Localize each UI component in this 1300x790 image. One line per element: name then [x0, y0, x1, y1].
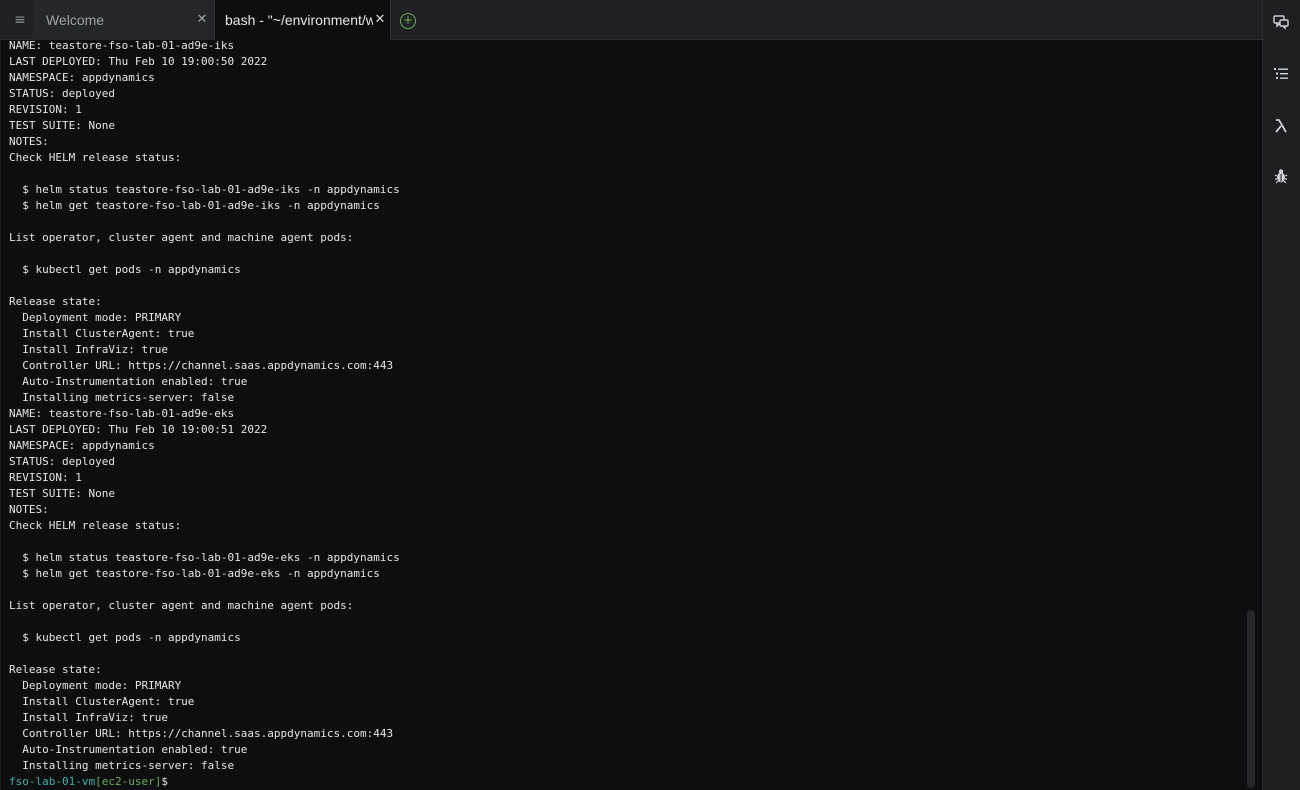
- terminal-line: Deployment mode: PRIMARY: [9, 311, 182, 324]
- terminal-panel[interactable]: NAME: teastore-fso-lab-01-ad9e-iks LAST D…: [1, 40, 1262, 790]
- tab-bash-terminal[interactable]: bash - "~/environment/wo ✕: [214, 0, 391, 40]
- terminal-line: Controller URL: https://channel.saas.app…: [9, 359, 394, 372]
- terminal-line: Controller URL: https://channel.saas.app…: [9, 727, 394, 740]
- bug-icon[interactable]: [1272, 167, 1290, 185]
- outline-list-icon[interactable]: [1272, 65, 1290, 83]
- terminal-line: REVISION: 1: [9, 103, 82, 116]
- terminal-line: NOTES:: [9, 135, 49, 148]
- terminal-line: $ helm status teastore-fso-lab-01-ad9e-i…: [9, 183, 400, 196]
- shell-prompt[interactable]: fso-lab-01-vm[ec2-user]$: [9, 774, 400, 790]
- terminal-line: NAME: teastore-fso-lab-01-ad9e-iks: [9, 40, 235, 52]
- chat-icon[interactable]: [1272, 13, 1290, 31]
- terminal-line: REVISION: 1: [9, 471, 82, 484]
- prompt-symbol: $: [161, 775, 168, 788]
- terminal-line: NAME: teastore-fso-lab-01-ad9e-eks: [9, 407, 235, 420]
- terminal-line: $ helm get teastore-fso-lab-01-ad9e-iks …: [9, 199, 380, 212]
- close-icon[interactable]: ✕: [196, 0, 208, 40]
- terminal-line: Release state:: [9, 295, 102, 308]
- terminal-line: Install InfraViz: true: [9, 343, 168, 356]
- right-sidebar: [1262, 0, 1300, 790]
- terminal-line: Install InfraViz: true: [9, 711, 168, 724]
- terminal-line: TEST SUITE: None: [9, 119, 115, 132]
- terminal-line: NAMESPACE: appdynamics: [9, 439, 155, 452]
- tab-bar: ≡ Welcome ✕ bash - "~/environment/wo ✕ +: [0, 0, 1262, 40]
- terminal-line: Install ClusterAgent: true: [9, 327, 195, 340]
- terminal-line: $ kubectl get pods -n appdynamics: [9, 631, 241, 644]
- terminal-output: NAME: teastore-fso-lab-01-ad9e-iks LAST D…: [9, 40, 400, 790]
- terminal-line: Release state:: [9, 663, 102, 676]
- terminal-line: Check HELM release status:: [9, 151, 182, 164]
- terminal-line: Auto-Instrumentation enabled: true: [9, 375, 248, 388]
- terminal-line: LAST DEPLOYED: Thu Feb 10 19:00:50 2022: [9, 55, 268, 68]
- terminal-line: List operator, cluster agent and machine…: [9, 599, 354, 612]
- terminal-line: $ kubectl get pods -n appdynamics: [9, 263, 241, 276]
- prompt-host: fso-lab-01-vm: [9, 775, 96, 788]
- terminal-scrollbar[interactable]: [1247, 610, 1255, 788]
- plus-circle-icon[interactable]: +: [400, 13, 416, 29]
- tab-label: Welcome: [46, 12, 105, 28]
- tab-label: bash - "~/environment/wo: [225, 12, 373, 28]
- terminal-line: STATUS: deployed: [9, 455, 115, 468]
- terminal-line: TEST SUITE: None: [9, 487, 115, 500]
- terminal-line: Installing metrics-server: false: [9, 391, 235, 404]
- ide-window: ≡ Welcome ✕ bash - "~/environment/wo ✕ +…: [0, 0, 1300, 790]
- close-icon[interactable]: ✕: [374, 0, 386, 40]
- lambda-icon[interactable]: [1272, 117, 1290, 135]
- terminal-line: LAST DEPLOYED: Thu Feb 10 19:00:51 2022: [9, 423, 268, 436]
- terminal-line: Check HELM release status:: [9, 519, 182, 532]
- terminal-line: Auto-Instrumentation enabled: true: [9, 743, 248, 756]
- terminal-line: NAMESPACE: appdynamics: [9, 71, 155, 84]
- terminal-line: NOTES:: [9, 503, 49, 516]
- terminal-line: Deployment mode: PRIMARY: [9, 679, 182, 692]
- terminal-line: $ helm get teastore-fso-lab-01-ad9e-eks …: [9, 567, 380, 580]
- terminal-line: $ helm status teastore-fso-lab-01-ad9e-e…: [9, 551, 400, 564]
- hamburger-icon[interactable]: ≡: [12, 12, 28, 28]
- terminal-line: STATUS: deployed: [9, 87, 115, 100]
- terminal-line: List operator, cluster agent and machine…: [9, 231, 354, 244]
- prompt-user: [ec2-user]: [95, 775, 162, 788]
- tab-welcome[interactable]: Welcome ✕: [33, 0, 213, 40]
- terminal-line: Install ClusterAgent: true: [9, 695, 195, 708]
- terminal-line: Installing metrics-server: false: [9, 759, 235, 772]
